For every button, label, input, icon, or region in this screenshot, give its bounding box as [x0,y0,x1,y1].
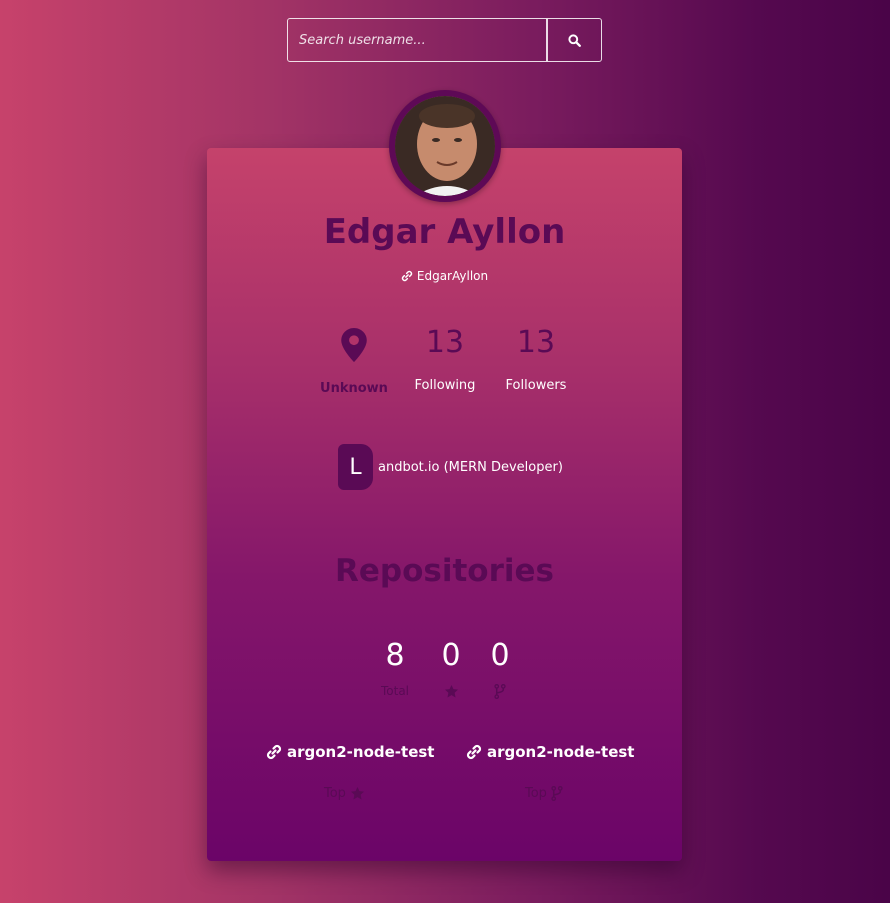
repo-total-label: Total [380,684,410,698]
search-button[interactable] [547,18,602,62]
star-icon [444,684,458,697]
username-label: EdgarAyllon [416,269,489,283]
repo-stars-count: 0 [441,638,461,673]
repo-total-stat: 8 Total [372,638,418,699]
followers-label: Followers [505,378,567,393]
following-stat[interactable]: 13 Following [400,325,490,393]
company-logo: L [338,444,373,490]
following-label: Following [414,378,476,393]
location-label: Unknown [320,381,388,396]
star-icon [350,786,364,800]
link-icon [266,744,282,760]
code-fork-icon [494,683,506,699]
search-icon [568,33,581,47]
search-input[interactable] [287,18,547,62]
avatar-photo [395,96,495,196]
profile-link[interactable]: EdgarAyllon [207,269,682,283]
followers-count: 13 [516,325,556,360]
top-starred-label: Top [324,786,365,801]
repo-total-count: 8 [385,638,405,673]
top-starred-repo-link[interactable]: argon2-node-test [266,743,434,761]
top-forked-repo-name: argon2-node-test [487,743,635,761]
map-marker-icon [341,328,367,362]
repo-stars-stat: 0 [428,638,474,699]
code-fork-icon [551,786,563,801]
top-starred-label-text: Top [324,786,346,801]
link-icon [466,744,482,760]
company-name: andbot.io (MERN Developer) [378,459,563,475]
repo-forks-count: 0 [490,638,510,673]
repo-forks-stat: 0 [477,638,523,699]
top-forked-label: Top [525,786,563,801]
avatar-face-icon [395,96,495,196]
search-bar [287,18,602,62]
profile-name: Edgar Ayllon [323,212,566,252]
repositories-title: Repositories [335,553,554,589]
followers-stat[interactable]: 13 Followers [491,325,581,393]
location-stat: Unknown [309,327,399,396]
following-count: 13 [425,325,465,360]
top-forked-repo-link[interactable]: argon2-node-test [466,743,634,761]
company-info: L andbot.io (MERN Developer) [338,444,563,490]
top-starred-repo-name: argon2-node-test [287,743,435,761]
avatar [389,90,501,202]
link-icon [401,270,413,282]
top-forked-label-text: Top [525,786,547,801]
